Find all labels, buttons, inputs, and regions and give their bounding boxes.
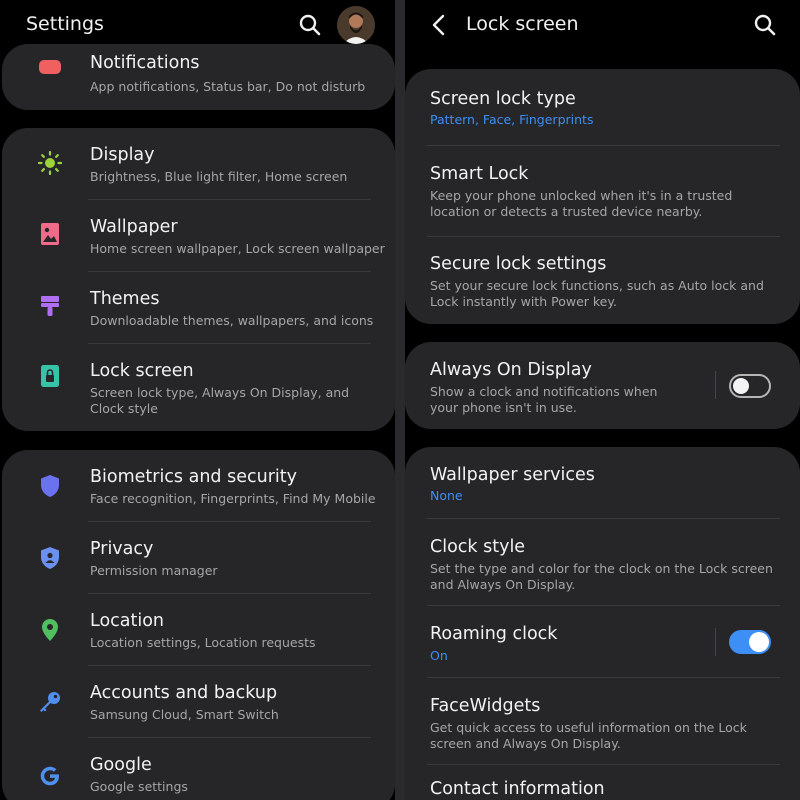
notifications-card: Notifications App notifications, Status … xyxy=(2,44,395,110)
settings-item-title: Display xyxy=(90,145,155,165)
setting-title: Smart Lock xyxy=(430,164,529,184)
settings-item-title: Privacy xyxy=(90,539,154,559)
setting-screen-lock-type[interactable]: Screen lock type Pattern, Face, Fingerpr… xyxy=(405,69,800,146)
settings-item-title: Wallpaper xyxy=(90,217,178,237)
roaming-clock-toggle[interactable] xyxy=(729,630,771,654)
toggle-knob xyxy=(749,632,769,652)
setting-title: Roaming clock xyxy=(430,624,558,644)
back-arrow-icon[interactable] xyxy=(429,14,449,36)
settings-item-title: Notifications xyxy=(90,53,200,73)
search-icon[interactable] xyxy=(753,13,777,37)
shield-icon xyxy=(41,475,59,497)
google-icon xyxy=(40,766,59,786)
settings-item-subtitle: Screen lock type, Always On Display, and… xyxy=(90,385,350,416)
settings-item-subtitle: Samsung Cloud, Smart Switch xyxy=(90,707,279,722)
themes-brush-icon xyxy=(41,296,59,316)
profile-photo-icon xyxy=(337,6,375,44)
setting-smart-lock[interactable]: Smart Lock Keep your phone unlocked when… xyxy=(405,146,800,237)
wallpaper-icon xyxy=(41,223,59,245)
setting-subtitle: Pattern, Face, Fingerprints xyxy=(430,112,594,127)
settings-item-accounts[interactable]: Accounts and backup Samsung Cloud, Smart… xyxy=(2,666,395,738)
settings-item-subtitle: Home screen wallpaper, Lock screen wallp… xyxy=(90,241,385,256)
avatar[interactable] xyxy=(337,6,375,44)
security-group-card: Biometrics and security Face recognition… xyxy=(2,450,395,800)
setting-subtitle: Show a clock and notifications when your… xyxy=(430,384,658,415)
setting-wallpaper-services[interactable]: Wallpaper services None xyxy=(405,447,800,519)
settings-item-privacy[interactable]: Privacy Permission manager xyxy=(2,522,395,594)
settings-item-subtitle: Downloadable themes, wallpapers, and ico… xyxy=(90,313,374,328)
toggle-separator xyxy=(715,371,716,399)
setting-always-on-display[interactable]: Always On Display Show a clock and notif… xyxy=(405,342,800,429)
settings-panel: Settings Notifications App notifications… xyxy=(0,0,395,800)
brightness-icon xyxy=(38,151,62,175)
settings-item-subtitle: Location settings, Location requests xyxy=(90,635,316,650)
setting-title: Wallpaper services xyxy=(430,465,595,485)
settings-item-title: Location xyxy=(90,611,165,631)
settings-item-subtitle: Permission manager xyxy=(90,563,218,578)
settings-item-subtitle: Brightness, Blue light filter, Home scre… xyxy=(90,169,348,184)
setting-title: Contact information xyxy=(430,779,605,799)
settings-item-title: Accounts and backup xyxy=(90,683,278,703)
setting-roaming-clock[interactable]: Roaming clock On xyxy=(405,606,800,678)
settings-item-google[interactable]: Google Google settings xyxy=(2,738,395,800)
setting-contact-information[interactable]: Contact information xyxy=(405,765,800,800)
settings-item-title: Themes xyxy=(90,289,160,309)
setting-title: Always On Display xyxy=(430,360,592,380)
toggle-separator xyxy=(715,628,716,656)
settings-item-wallpaper[interactable]: Wallpaper Home screen wallpaper, Lock sc… xyxy=(2,200,395,272)
notifications-icon xyxy=(39,60,61,74)
setting-title: Secure lock settings xyxy=(430,254,607,274)
settings-item-title: Google xyxy=(90,755,152,775)
key-icon xyxy=(40,692,60,712)
search-icon[interactable] xyxy=(298,13,322,37)
lock-screen-icon xyxy=(41,365,59,387)
setting-subtitle: On xyxy=(430,648,448,663)
settings-item-subtitle: App notifications, Status bar, Do not di… xyxy=(90,79,366,94)
page-title: Settings xyxy=(26,13,104,35)
settings-item-location[interactable]: Location Location settings, Location req… xyxy=(2,594,395,666)
settings-item-biometrics[interactable]: Biometrics and security Face recognition… xyxy=(2,450,395,522)
setting-subtitle: Get quick access to useful information o… xyxy=(430,720,747,751)
settings-item-subtitle: Google settings xyxy=(90,779,188,794)
settings-item-display[interactable]: Display Brightness, Blue light filter, H… xyxy=(2,128,395,200)
always-on-card: Always On Display Show a clock and notif… xyxy=(405,342,800,429)
always-on-toggle[interactable] xyxy=(729,374,771,398)
setting-title: Clock style xyxy=(430,537,526,557)
setting-secure-lock[interactable]: Secure lock settings Set your secure loc… xyxy=(405,237,800,324)
setting-title: FaceWidgets xyxy=(430,696,541,716)
settings-item-subtitle: Face recognition, Fingerprints, Find My … xyxy=(90,491,376,506)
lock-screen-options-card: Wallpaper services None Clock style Set … xyxy=(405,447,800,800)
setting-subtitle: Keep your phone unlocked when it's in a … xyxy=(430,188,733,219)
settings-item-title: Biometrics and security xyxy=(90,467,297,487)
settings-item-themes[interactable]: Themes Downloadable themes, wallpapers, … xyxy=(2,272,395,344)
settings-item-lock-screen[interactable]: Lock screen Screen lock type, Always On … xyxy=(2,344,395,431)
lock-screen-panel: Lock screen Screen lock type Pattern, Fa… xyxy=(405,0,800,800)
setting-subtitle: Set the type and color for the clock on … xyxy=(430,561,773,592)
privacy-shield-icon xyxy=(41,547,59,569)
setting-clock-style[interactable]: Clock style Set the type and color for t… xyxy=(405,519,800,606)
setting-title: Screen lock type xyxy=(430,89,576,109)
screen-lock-card: Screen lock type Pattern, Face, Fingerpr… xyxy=(405,69,800,324)
setting-subtitle: None xyxy=(430,488,463,503)
setting-facewidgets[interactable]: FaceWidgets Get quick access to useful i… xyxy=(405,678,800,765)
display-group-card: Display Brightness, Blue light filter, H… xyxy=(2,128,395,431)
lock-screen-header: Lock screen xyxy=(405,0,800,52)
page-title: Lock screen xyxy=(466,13,579,35)
toggle-knob xyxy=(733,378,749,394)
location-pin-icon xyxy=(42,619,58,641)
setting-subtitle: Set your secure lock functions, such as … xyxy=(430,278,764,309)
settings-item-title: Lock screen xyxy=(90,361,194,381)
settings-item-notifications[interactable]: Notifications App notifications, Status … xyxy=(2,44,395,110)
